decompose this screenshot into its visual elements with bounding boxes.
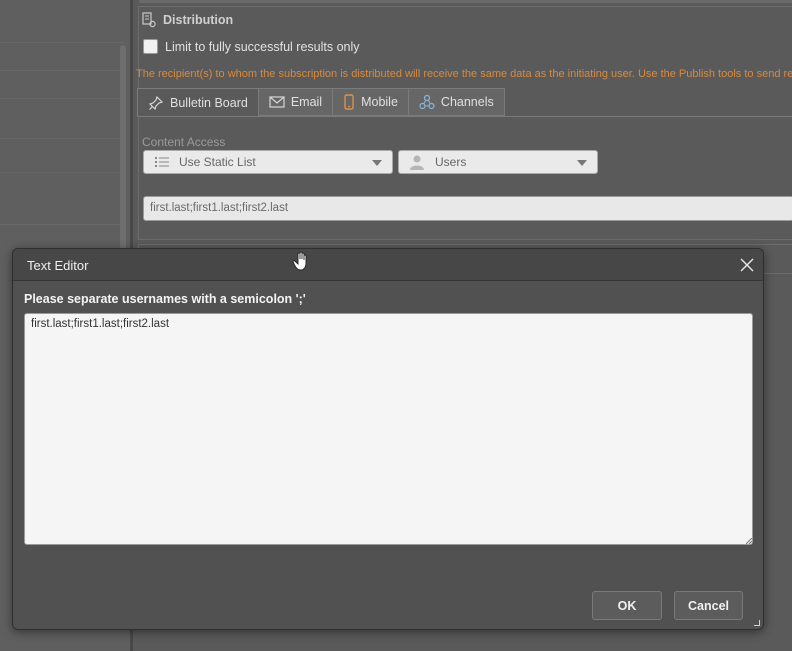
user-type-value: Users (435, 155, 467, 169)
close-icon[interactable] (739, 257, 755, 273)
list-type-value: Use Static List (179, 155, 256, 169)
limit-successful-checkbox[interactable] (143, 39, 158, 54)
distribution-warning-text: The recipient(s) to whom the subscriptio… (136, 68, 792, 80)
left-panel-row-divider (0, 172, 125, 173)
dialog-title: Text Editor (27, 258, 89, 273)
user-type-select[interactable]: Users (398, 150, 598, 174)
hand-cursor-icon (292, 251, 307, 271)
distribution-title: Distribution (163, 13, 234, 27)
ok-button[interactable]: OK (592, 591, 662, 620)
usernames-textarea[interactable] (24, 313, 753, 545)
resize-grip-icon[interactable] (746, 538, 752, 544)
tab-label: Email (290, 95, 323, 109)
limit-successful-label[interactable]: Limit to fully successful results only (165, 40, 360, 54)
dialog-instruction: Please separate usernames with a semicol… (24, 292, 306, 306)
left-panel-row-divider (0, 138, 125, 139)
dialog-header[interactable]: Text Editor (13, 249, 763, 281)
dialog-resize-grip-icon[interactable] (754, 620, 760, 626)
top-border (139, 0, 792, 3)
tab-underline (137, 116, 792, 117)
tab-label: Bulletin Board (170, 95, 248, 110)
tab-mobile[interactable]: Mobile (333, 88, 409, 116)
tab-bulletin-board[interactable]: Bulletin Board (137, 88, 259, 117)
tab-channels[interactable]: Channels (408, 88, 505, 116)
text-editor-dialog: Text Editor Please separate usernames wi… (12, 248, 764, 630)
left-panel-row-divider (0, 98, 125, 99)
tab-email[interactable]: Email (258, 88, 334, 116)
distribution-icon (142, 12, 156, 28)
list-icon (155, 157, 169, 167)
chevron-down-icon (372, 160, 382, 166)
envelope-icon (269, 96, 285, 108)
left-panel-row-divider (0, 224, 125, 225)
left-panel-row-divider (0, 42, 125, 43)
channels-icon (419, 94, 435, 110)
tab-label: Channels (440, 95, 494, 109)
cancel-button[interactable]: Cancel (674, 591, 743, 620)
usernames-input[interactable]: first.last;first1.last;first2.last (143, 196, 792, 221)
content-access-label: Content Access (142, 135, 226, 149)
distribution-tabs: Bulletin Board Email Mobile Channels (137, 88, 505, 117)
tab-label: Mobile (361, 95, 398, 109)
pin-icon (148, 95, 164, 110)
user-icon (410, 155, 424, 170)
chevron-down-icon (577, 160, 587, 166)
left-panel-row-divider (0, 70, 125, 71)
phone-icon (344, 94, 354, 110)
list-type-select[interactable]: Use Static List (143, 150, 393, 174)
